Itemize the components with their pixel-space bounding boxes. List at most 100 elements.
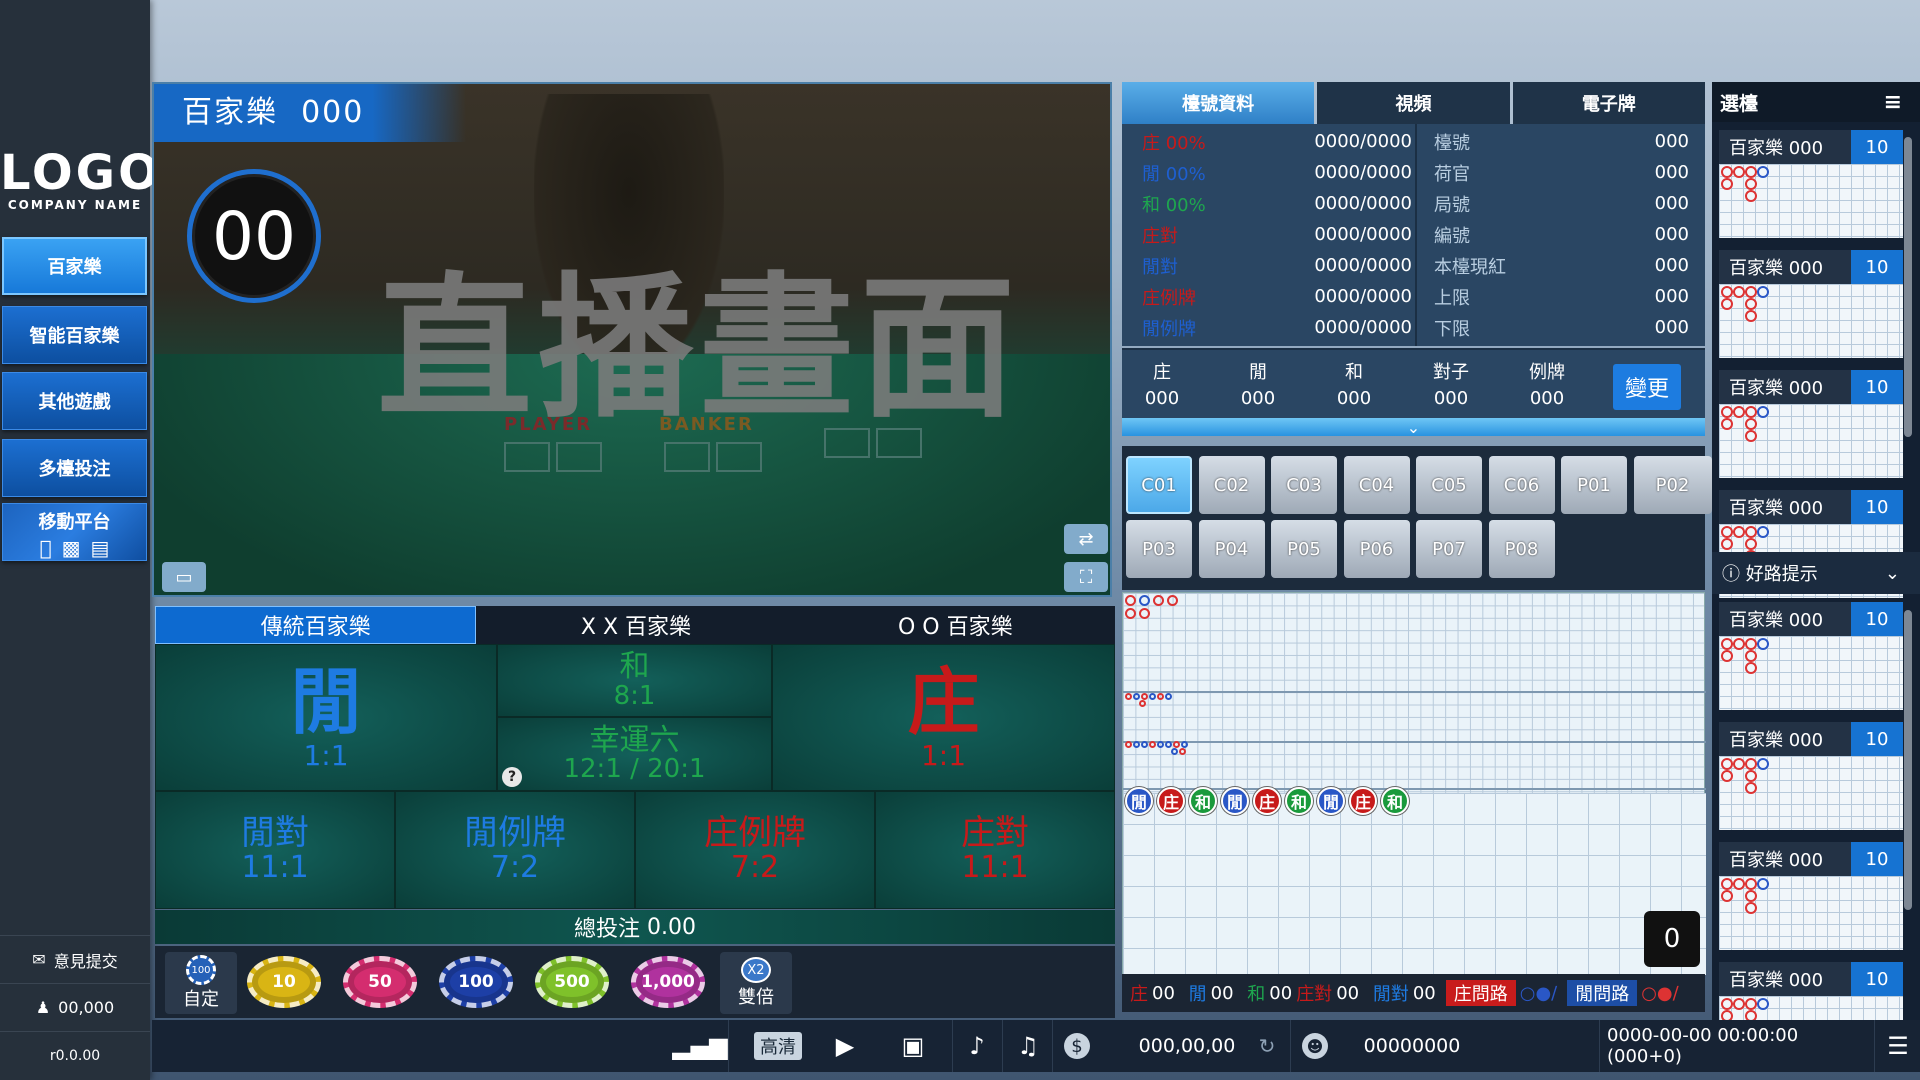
lobby-scrollbar-bottom[interactable]	[1904, 610, 1912, 910]
table-button-p01[interactable]: P01	[1561, 456, 1627, 514]
bet-player-pair[interactable]: 閒對 11:1	[155, 791, 395, 909]
help-icon[interactable]: ?	[502, 767, 522, 787]
bet-banker-pair-name: 庄對	[961, 813, 1029, 854]
footer-player-pair-label: 閒對	[1372, 984, 1409, 1005]
bead-result: 庄	[1349, 787, 1377, 815]
table-button-c06[interactable]: C06	[1488, 456, 1555, 514]
bet-summary: 庄 000 閒 000 和 000 對子 000 例牌 000 變更	[1122, 348, 1705, 422]
switch-camera-button[interactable]: ⇄	[1064, 524, 1108, 554]
lobby-card-road	[1719, 876, 1903, 950]
detail-value: 000	[1654, 224, 1689, 245]
road-mark	[1157, 693, 1164, 700]
footer-banker-label: 庄	[1130, 984, 1148, 1005]
detail-row: 下限 000	[1434, 312, 1689, 343]
bottom-bar: ▂▄▆ 高清 ▶ ▣ ♪ ♫ $ 000,00,00 ↻ ☻ 00000000 …	[152, 1020, 1920, 1072]
bet-banker-pair[interactable]: 庄對 11:1	[875, 791, 1115, 909]
feedback-label: 意見提交	[53, 951, 118, 971]
summary-label: 庄	[1153, 362, 1171, 383]
table-button-p02[interactable]: P02	[1633, 456, 1712, 514]
fullscreen-button[interactable]: ⛶	[1064, 562, 1108, 592]
lobby-table-card[interactable]: 百家樂 000 10	[1719, 722, 1903, 830]
chip-value: 50	[368, 972, 392, 992]
bet-lucky6[interactable]: 幸運六 12:1 / 20:1 ?	[497, 717, 772, 791]
bet-tie[interactable]: 和 8:1	[497, 644, 772, 717]
tab-oo[interactable]: O O 百家樂	[796, 606, 1115, 644]
stat-label: 閒 00%	[1142, 163, 1206, 185]
bet-player[interactable]: 閒 1:1	[155, 644, 497, 791]
user-icon: ☻	[1300, 1020, 1330, 1072]
sidebar-item-baccarat[interactable]: 百家樂	[2, 237, 147, 295]
table-button-p03[interactable]: P03	[1126, 520, 1192, 578]
sort-icon[interactable]: ≡	[1884, 90, 1902, 115]
video-toggle-button[interactable]: ▭	[162, 562, 206, 592]
ask-player-hint-icon: ○●∕	[1641, 982, 1679, 1004]
stat-row: 和 00% 0000/0000	[1142, 188, 1412, 219]
tab-label: X X 百家樂	[580, 615, 692, 640]
hd-button[interactable]: 高清	[742, 1020, 814, 1072]
table-button-c05[interactable]: C05	[1416, 456, 1482, 514]
video-camera-icon[interactable]: ▶	[820, 1020, 870, 1072]
chip-1000[interactable]: 1,000	[631, 956, 705, 1008]
table-button-p06[interactable]: P06	[1343, 520, 1410, 578]
table-button-c03[interactable]: C03	[1271, 456, 1337, 514]
volume-icon[interactable]: ♫	[1008, 1020, 1048, 1072]
music-icon[interactable]: ♪	[957, 1020, 997, 1072]
lobby-table-card[interactable]: 百家樂 000 10	[1719, 130, 1903, 238]
sidebar-item-smart-baccarat[interactable]: 智能百家樂	[2, 306, 147, 364]
tab-traditional[interactable]: 傳統百家樂	[155, 606, 477, 644]
tab-e-cards[interactable]: 電子牌	[1512, 82, 1705, 124]
footer-banker-pair-label: 庄對	[1296, 984, 1333, 1005]
table-button-c01[interactable]: C01	[1126, 456, 1192, 514]
datetime: 0000-00-00 00:00:00 (000+0)	[1607, 1025, 1799, 1067]
tab-video[interactable]: 視頻	[1317, 82, 1510, 124]
lobby-card-header: 百家樂 000 10	[1719, 962, 1903, 996]
lobby-table-card[interactable]: 百家樂 000 10	[1719, 370, 1903, 478]
stat-row: 庄例牌 0000/0000	[1142, 281, 1412, 312]
lobby-table-card[interactable]: 百家樂 000 10	[1719, 602, 1903, 710]
sidebar-item-other-games[interactable]: 其他遊戲	[2, 372, 147, 430]
bet-banker[interactable]: 庄 1:1	[772, 644, 1115, 791]
lobby-card-name: 百家樂 000	[1729, 378, 1824, 399]
lobby-scrollbar-top[interactable]	[1904, 137, 1912, 437]
road-mark	[1179, 748, 1186, 755]
sidebar-item-multi-table[interactable]: 多檯投注	[2, 439, 147, 497]
chip-50[interactable]: 50	[343, 956, 417, 1008]
sidebar-item-mobile[interactable]: 移動平台  ▩ ▤	[2, 503, 147, 561]
road-reset-button[interactable]: 0	[1644, 911, 1700, 967]
chip-100[interactable]: 100	[439, 956, 513, 1008]
tab-table-info[interactable]: 檯號資料	[1122, 82, 1315, 124]
lobby-card-header: 百家樂 000 10	[1719, 722, 1903, 756]
table-button-p08[interactable]: P08	[1488, 520, 1555, 578]
table-button-c04[interactable]: C04	[1343, 456, 1410, 514]
tab-xx[interactable]: X X 百家樂	[476, 606, 795, 644]
felt-card-slots-player	[504, 442, 602, 472]
lobby-table-card[interactable]: 百家樂 000 10	[1719, 250, 1903, 358]
good-road-hint[interactable]: ⓘ 好路提示 ⌄	[1712, 552, 1920, 594]
lobby-table-card[interactable]: 百家樂 000 10	[1719, 842, 1903, 950]
ask-player-button[interactable]: 閒問路	[1567, 980, 1638, 1006]
table-button-p05[interactable]: P05	[1271, 520, 1337, 578]
table-button-p07[interactable]: P07	[1416, 520, 1482, 578]
detail-row: 本檯現紅 000	[1434, 250, 1689, 281]
collapse-toggle[interactable]: ⌄	[1122, 418, 1705, 437]
chip-500[interactable]: 500	[535, 956, 609, 1008]
ask-banker-button[interactable]: 庄問路	[1445, 980, 1516, 1006]
chip-10[interactable]: 10	[247, 956, 321, 1008]
bet-player-natural[interactable]: 閒例牌 7:2	[395, 791, 635, 909]
tab-label: O O 百家樂	[898, 615, 1013, 640]
table-button-p04[interactable]: P04	[1198, 520, 1265, 578]
lobby-card-count: 10	[1851, 130, 1903, 164]
refresh-balance-icon[interactable]: ↻	[1252, 1020, 1282, 1072]
table-button-c02[interactable]: C02	[1198, 456, 1265, 514]
feedback-button[interactable]: ✉ 意見提交	[0, 935, 150, 983]
version: r0.0.00	[0, 1031, 150, 1079]
bet-banker-natural[interactable]: 庄例牌 7:2	[635, 791, 875, 909]
menu-icon[interactable]: ☰	[1880, 1020, 1916, 1072]
road-mark	[1125, 608, 1136, 619]
balance: 000,00,00	[1138, 1035, 1236, 1057]
change-button[interactable]: 變更	[1613, 364, 1681, 410]
custom-chip-button[interactable]: 100 自定	[165, 952, 237, 1014]
bead-result: 庄	[1253, 787, 1281, 815]
camera-switch-icon[interactable]: ▣	[888, 1020, 938, 1072]
double-button[interactable]: X2 雙倍	[720, 952, 792, 1014]
